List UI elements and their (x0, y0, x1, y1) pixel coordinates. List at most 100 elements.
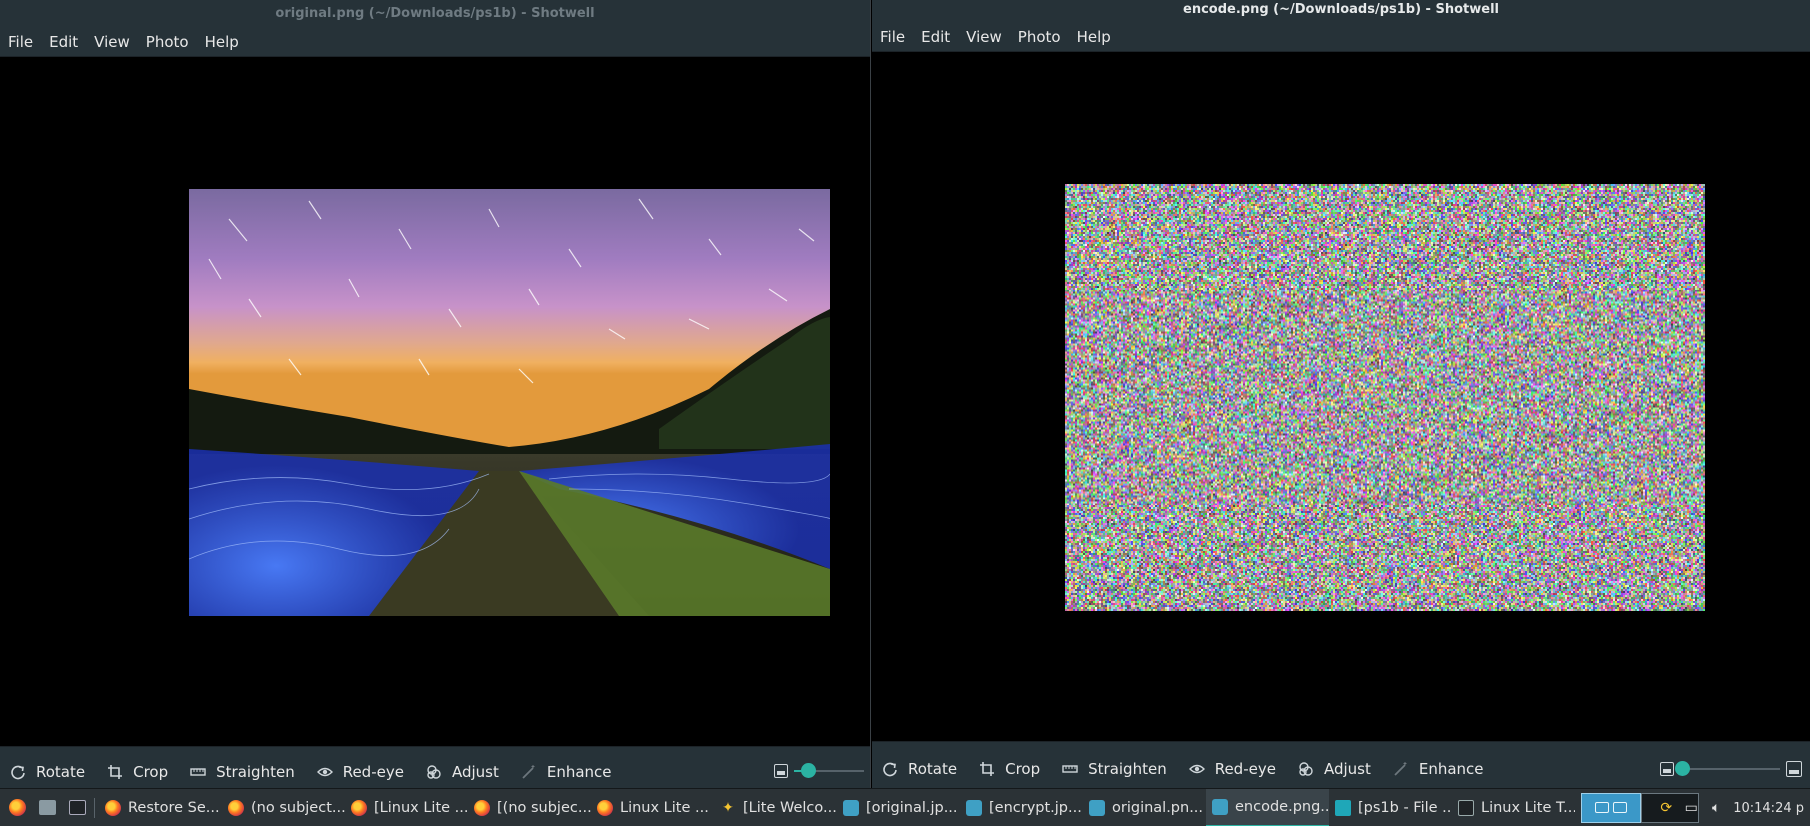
folder-icon (38, 800, 56, 815)
enhance-label: Enhance (1418, 760, 1484, 778)
updates-icon[interactable]: ⟳ (1658, 800, 1674, 816)
zoom-knob[interactable] (1675, 761, 1690, 776)
taskbar: Restore Se... (no subject... [Linux Lite .… (0, 788, 1810, 826)
zoom-knob[interactable] (801, 763, 816, 778)
taskbar-button-label: Linux Lite T... (1481, 799, 1575, 816)
firefox-icon (597, 799, 613, 816)
taskbar-button[interactable]: [original.jp... (837, 789, 960, 826)
firefox-icon (351, 799, 367, 816)
eye-icon (316, 764, 333, 780)
taskbar-button[interactable]: [encrypt.jp... (960, 789, 1083, 826)
taskbar-button-label: [encrypt.jp... (989, 799, 1082, 816)
taskbar-button-label: [original.jp... (866, 799, 958, 816)
taskbar-button[interactable]: original.pn... (1083, 789, 1206, 826)
taskbar-button[interactable]: [(no subjec... (468, 789, 591, 826)
firefox-icon (105, 799, 121, 816)
file-manager-launcher[interactable] (34, 795, 60, 821)
red-eye-label: Red-eye (342, 762, 404, 781)
rotate-label: Rotate (36, 762, 86, 781)
zoom-control (1660, 761, 1802, 777)
shotwell-icon (1212, 798, 1228, 815)
enhance-label: Enhance (546, 762, 612, 781)
menu-bar: File Edit View Photo Help (872, 22, 1810, 52)
taskbar-button-label: original.pn... (1112, 799, 1204, 816)
crop-button[interactable]: Crop (107, 763, 168, 781)
zoom-out-icon[interactable] (1660, 762, 1674, 776)
taskbar-button-label: [Lite Welco... (743, 799, 837, 816)
menu-edit[interactable]: Edit (41, 33, 86, 51)
zoom-in-icon[interactable] (1786, 761, 1802, 777)
clock[interactable]: 10:14:24 p (1733, 801, 1804, 816)
red-eye-label: Red-eye (1214, 760, 1276, 778)
workspace-1[interactable] (1581, 792, 1641, 823)
straighten-button[interactable]: Straighten (1062, 760, 1167, 778)
adjust-label: Adjust (451, 762, 499, 781)
taskbar-button[interactable]: Restore Se... (99, 789, 222, 826)
crop-button[interactable]: Crop (979, 760, 1040, 778)
taskbar-button[interactable]: Linux Lite T... (1452, 789, 1575, 826)
folder-icon (1335, 799, 1351, 816)
enhance-button[interactable]: Enhance (1393, 760, 1484, 778)
shotwell-icon (966, 799, 982, 816)
adjust-icon (1298, 761, 1314, 777)
menu-photo[interactable]: Photo (138, 33, 197, 51)
terminal-icon (68, 800, 86, 815)
taskbar-button[interactable]: [ps1b - File ... (1329, 789, 1452, 826)
lite-icon: ✦ (722, 799, 734, 816)
red-eye-button[interactable]: Red-eye (1188, 760, 1276, 778)
encoded-noise-photo (1065, 184, 1705, 611)
taskbar-button-label: [Linux Lite ... (374, 799, 468, 816)
taskbar-button[interactable]: [Linux Lite ... (345, 789, 468, 826)
rotate-button[interactable]: Rotate (882, 760, 957, 778)
menu-help[interactable]: Help (1069, 28, 1119, 46)
terminal-icon (1458, 799, 1474, 816)
zoom-slider[interactable] (1675, 761, 1780, 776)
menu-file[interactable]: File (0, 33, 41, 51)
taskbar-button-label: (no subject... (251, 799, 345, 816)
taskbar-button-label: [ps1b - File ... (1358, 799, 1452, 816)
menu-view[interactable]: View (958, 28, 1010, 46)
shotwell-window-original: original.png (~/Downloads/ps1b) - Shotwe… (0, 0, 871, 796)
firefox-launcher[interactable] (4, 795, 30, 821)
wand-icon (1393, 761, 1409, 777)
menu-help[interactable]: Help (197, 33, 247, 51)
crop-icon (107, 764, 123, 780)
volume-icon[interactable]: 🔈︎ (1708, 800, 1724, 816)
taskbar-button[interactable]: Linux Lite ... (591, 789, 714, 826)
rotate-button[interactable]: Rotate (10, 763, 85, 781)
taskbar-button-label: encode.png... (1235, 798, 1329, 815)
shotwell-icon (843, 799, 859, 816)
straighten-button[interactable]: Straighten (190, 763, 295, 781)
straighten-icon (1062, 761, 1078, 777)
crop-label: Crop (133, 762, 169, 781)
window-thumb (1613, 802, 1627, 813)
zoom-slider[interactable] (794, 763, 864, 778)
menu-edit[interactable]: Edit (913, 28, 958, 46)
shotwell-window-encode: encode.png (~/Downloads/ps1b) - Shotwell… (872, 0, 1810, 796)
original-photo (189, 189, 830, 616)
rotate-icon (882, 761, 898, 777)
straighten-label: Straighten (216, 762, 295, 781)
taskbar-button-label: Linux Lite ... (620, 799, 709, 816)
firefox-icon (474, 799, 490, 816)
wand-icon (521, 764, 537, 780)
zoom-control (774, 763, 870, 778)
red-eye-button[interactable]: Red-eye (316, 762, 404, 781)
adjust-button[interactable]: Adjust (426, 763, 499, 781)
menu-photo[interactable]: Photo (1010, 28, 1069, 46)
taskbar-button[interactable]: (no subject... (222, 789, 345, 826)
zoom-out-icon[interactable] (774, 764, 788, 778)
terminal-launcher[interactable] (64, 795, 90, 821)
menu-view[interactable]: View (86, 33, 138, 51)
enhance-button[interactable]: Enhance (521, 763, 612, 781)
taskbar-button-label: [(no subjec... (497, 799, 591, 816)
crop-label: Crop (1005, 760, 1041, 778)
eye-icon (1188, 761, 1205, 777)
adjust-label: Adjust (1323, 760, 1371, 778)
taskbar-button[interactable]: encode.png... (1206, 788, 1329, 826)
adjust-button[interactable]: Adjust (1298, 760, 1371, 778)
taskbar-button[interactable]: ✦ [Lite Welco... (714, 789, 837, 826)
firefox-icon (8, 799, 26, 816)
menu-file[interactable]: File (872, 28, 913, 46)
display-icon[interactable]: ▭ (1683, 800, 1699, 816)
